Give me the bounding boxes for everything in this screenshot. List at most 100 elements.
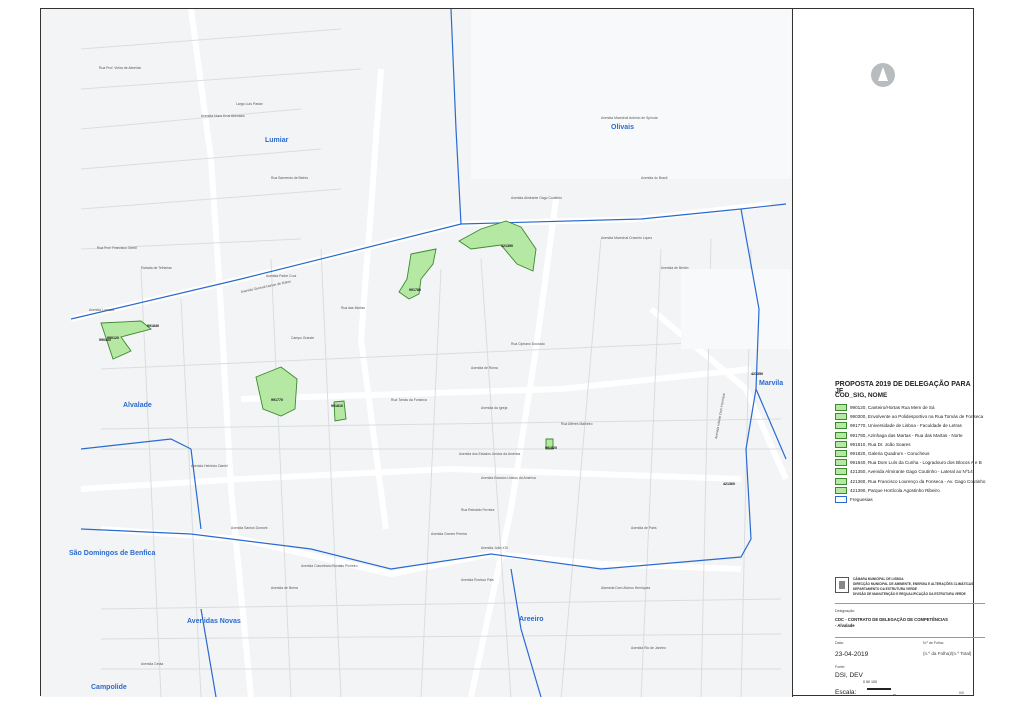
- street-label: Avenida da Igreja: [481, 406, 507, 410]
- street-label: Avenida Gomes Pereira: [431, 532, 467, 536]
- code-label: 991780: [409, 288, 421, 292]
- legend-swatch: [835, 477, 847, 485]
- map-svg: Lumiar Olivais Marvila Alvalade São Domi…: [69, 9, 791, 697]
- legend-label: 991810, Rua Dr. João Soares: [850, 441, 911, 447]
- legend-swatch-parish: [835, 495, 847, 503]
- code-label: 991810: [331, 404, 343, 408]
- fonte-label: Fonte:: [835, 665, 846, 669]
- street-label: Avenida de Berna: [271, 586, 298, 590]
- street-label: Rua Cipriano Dourado: [511, 342, 545, 346]
- street-label: Avenida de Berlim: [661, 266, 689, 270]
- legend-item: 421350, Avenida Almirante Gago Coutinho …: [835, 467, 985, 476]
- street-label: Avenida de Paris: [631, 526, 657, 530]
- street-label: Avenida Nuno Krus Abecasis: [201, 114, 245, 118]
- area-421390: [458, 220, 537, 272]
- parish-label-sao-domingos: São Domingos de Benfica: [69, 550, 155, 557]
- legend-label: 990120, Canteiro/Hortas Rua Mem de Sá: [850, 405, 935, 411]
- legend-swatch: [835, 413, 847, 421]
- street-label: Rua Alferes Malheiro: [561, 422, 593, 426]
- legend-swatch: [835, 486, 847, 494]
- divider: [835, 637, 985, 638]
- street-label: Avenida Estados Unidos da América: [481, 476, 536, 480]
- legend-item: 991820, Galeria Quadrum - Corucheus: [835, 449, 985, 458]
- street-label: Avenida Infante Dom Henrique: [714, 393, 726, 439]
- legend-swatch: [835, 459, 847, 467]
- street-label: Avenida Marechal Craveiro Lopes: [601, 236, 652, 240]
- parish-label-lumiar: Lumiar: [265, 137, 289, 144]
- street-label: Avenida General Norton de Matos: [240, 279, 291, 294]
- legend-item: Freguesias: [835, 495, 985, 504]
- code-label: 421360: [723, 482, 735, 486]
- legend-swatch: [835, 468, 847, 476]
- parish-label-areeiro: Areeiro: [519, 616, 544, 623]
- folha-value: (n.º da Folha)/(n.º Total): [923, 651, 972, 656]
- street-label: Avenida do Brasil: [641, 176, 668, 180]
- street-label: Avenida Santos Dumont: [231, 526, 268, 530]
- street-label: Avenida Padre Cruz: [266, 274, 297, 278]
- parish-label-avenidas-novas: Avenidas Novas: [187, 618, 241, 625]
- scale-unit: m: [893, 693, 896, 697]
- legend-label: 991820, Galeria Quadrum - Corucheus: [850, 451, 930, 457]
- legend-item: 990300, Envolvente ao Polidesportivo na …: [835, 412, 985, 421]
- street-label: Rua Reinaldo Ferreira: [461, 508, 494, 512]
- street-label: Avenida Marechal António de Spínola: [601, 116, 658, 120]
- legend-item: 991810, Rua Dr. João Soares: [835, 440, 985, 449]
- legend-label: 990300, Envolvente ao Polidesportivo na …: [850, 414, 984, 420]
- street-label: Rua Sarmento de Beires: [271, 176, 308, 180]
- map-sheet: Lumiar Olivais Marvila Alvalade São Domi…: [40, 8, 985, 697]
- legend-swatch: [835, 404, 847, 412]
- folha-label: N.º de Folha:: [923, 641, 944, 645]
- legend-swatch: [835, 440, 847, 448]
- street-label: Avenida Lusíada: [89, 308, 114, 312]
- designacao-line2: - Alvalade: [835, 623, 855, 628]
- street-label: Alameda Dom Afonso Henriques: [601, 586, 650, 590]
- date-value: 23-04-2019: [835, 651, 869, 658]
- street-label: Avenida Columbano Bordalo Pinheiro: [301, 564, 358, 568]
- street-label: Avenida João XXI: [481, 546, 508, 550]
- legend-item: 991780, Azinhaga das Martas - Rua das Ma…: [835, 431, 985, 440]
- org-line: CÂMARA MUNICIPAL DE LISBOA: [853, 577, 904, 581]
- street-label: Avenida Rio de Janeiro: [631, 646, 666, 650]
- parish-label-campolide: Campolide: [91, 684, 127, 691]
- street-label: Avenida dos Estados Unidos da América: [459, 452, 520, 456]
- street-label: Rua Tomás da Fonseca: [391, 398, 427, 402]
- cml-logo-icon: [835, 577, 849, 593]
- legend-swatch: [835, 431, 847, 439]
- parish-label-alvalade: Alvalade: [123, 402, 152, 409]
- area-991770: [255, 366, 298, 417]
- legend-item: 990120, Canteiro/Hortas Rua Mem de Sá: [835, 403, 985, 412]
- legend-label: 991780, Azinhaga das Martas - Rua das Ma…: [850, 432, 963, 438]
- legend-label: 421390, Parque Hortícola Agostinho Ribei…: [850, 487, 940, 493]
- org-line: DEPARTAMENTO DA ESTRUTURA VERDE: [853, 587, 918, 591]
- data-label: Data:: [835, 641, 844, 645]
- scale-ticks: 0 50 100: [863, 680, 877, 684]
- street-label: Estrada de Telheiras: [141, 266, 172, 270]
- open-area: [681, 269, 791, 349]
- code-label: 991820: [545, 446, 557, 450]
- north-arrow-icon: [871, 63, 895, 87]
- scale-label: Escala:: [835, 689, 857, 696]
- code-label: 421390: [501, 244, 513, 248]
- legend-item: 991770, Universidade de Lisboa - Faculda…: [835, 421, 985, 430]
- designacao-label: Designação:: [835, 609, 855, 613]
- legend-item: 991840, Rua Dom Luís da Cunha - Logradou…: [835, 458, 985, 467]
- divider: [835, 603, 985, 604]
- map-canvas[interactable]: Lumiar Olivais Marvila Alvalade São Domi…: [41, 9, 793, 697]
- legend-swatch: [835, 450, 847, 458]
- legend-item: 421360, Rua Francisco Lourenço da Fonsec…: [835, 477, 985, 486]
- street-label: Rua das Murtas: [341, 306, 365, 310]
- street-label: Avenida Almirante Gago Coutinho: [511, 196, 562, 200]
- org-line: DIRECÇÃO MUNICIPAL DE AMBIENTE, ENERGIA …: [853, 582, 974, 586]
- fonte-value: DSI, DEV: [835, 672, 863, 679]
- code-label: 991770: [271, 398, 283, 402]
- scale-bar: [867, 688, 891, 690]
- sheet-code: 0/0: [959, 691, 964, 695]
- legend-label: 421350, Avenida Almirante Gago Coutinho …: [850, 469, 973, 475]
- street-label: Largo Luís Pastor: [236, 102, 264, 106]
- parish-label-olivais: Olivais: [611, 124, 634, 131]
- designacao-line1: CDC - CONTRATO DE DELEGAÇÃO DE COMPETÊNC…: [835, 617, 948, 622]
- street-label: Avenida Ceuta: [141, 662, 163, 666]
- legend-label: 991770, Universidade de Lisboa - Faculda…: [850, 423, 962, 429]
- sidebar-panel: PROPOSTA 2019 DE DELEGAÇÃO PARA JF COD_S…: [793, 9, 985, 697]
- legend-label: 991840, Rua Dom Luís da Cunha - Logradou…: [850, 460, 982, 466]
